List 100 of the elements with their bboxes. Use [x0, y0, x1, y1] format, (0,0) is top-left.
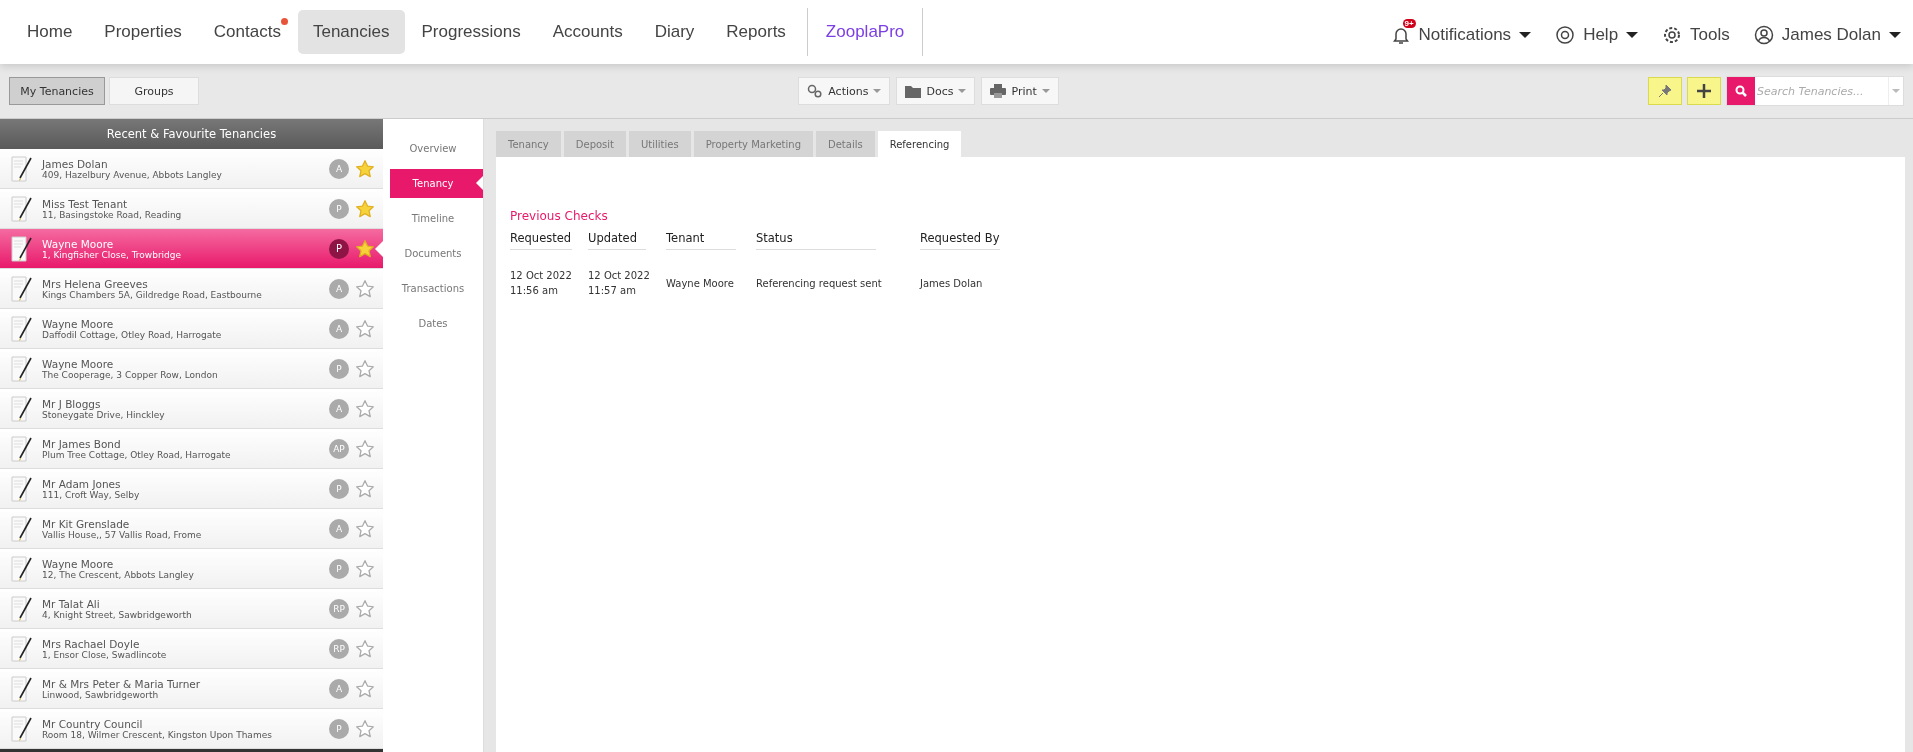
property-address: Plum Tree Cottage, Otley Road, Harrogate: [42, 449, 232, 460]
column-header: Requested By: [920, 231, 1000, 250]
property-address: 409, Hazelbury Avenue, Abbots Langley: [42, 169, 223, 180]
star-icon[interactable]: [355, 318, 375, 339]
document-pen-icon: [10, 554, 34, 583]
caret-icon: [1889, 32, 1901, 38]
tenant-name: Mr James Bond: [42, 437, 122, 450]
notifications-menu[interactable]: 9+ Notifications: [1390, 19, 1532, 45]
section-title: Previous Checks: [510, 209, 609, 223]
table-cell-text: Wayne Moore: [666, 276, 735, 291]
toolbar-button[interactable]: Print: [981, 77, 1059, 105]
star-icon[interactable]: [355, 478, 375, 499]
tools-link[interactable]: Tools: [1662, 19, 1730, 45]
document-pen-icon: [10, 234, 34, 263]
property-address: 111, Croft Way, Selby: [42, 489, 141, 500]
tab[interactable]: Referencing: [877, 131, 962, 157]
section-link[interactable]: Dates: [383, 309, 483, 338]
property-address: 4, Knight Street, Sawbridgeworth: [42, 609, 193, 620]
star-icon[interactable]: [355, 198, 375, 219]
property-address: The Cooperage, 3 Copper Row, London: [42, 369, 219, 380]
property-address: Linwood, Sawbridgeworth: [42, 689, 160, 700]
tenancy-item[interactable]: Wayne Moore 1, Kingfisher Close, Trowbridge P: [0, 229, 383, 269]
star-icon[interactable]: [355, 718, 375, 739]
star-icon[interactable]: [355, 398, 375, 419]
tenant-name: Mr Country Council: [42, 717, 144, 730]
document-pen-icon: [10, 434, 34, 463]
document-pen-icon: [10, 314, 34, 343]
status-badge: P: [329, 718, 349, 739]
document-pen-icon: [10, 594, 34, 623]
section-link[interactable]: Transactions: [383, 274, 483, 303]
tenant-name: Mrs Rachael Doyle: [42, 637, 140, 650]
property-address: 1, Kingfisher Close, Trowbridge: [42, 249, 183, 260]
user-icon: [1753, 25, 1774, 45]
section-link[interactable]: Tenancy: [390, 169, 483, 198]
document-pen-icon: [10, 514, 34, 543]
star-icon[interactable]: [355, 238, 375, 259]
star-icon[interactable]: [355, 438, 375, 459]
nav-link[interactable]: Accounts: [537, 10, 638, 54]
nav-link[interactable]: Reports: [711, 10, 801, 54]
notification-dot: [280, 18, 288, 25]
tenant-name: Mr J Bloggs: [42, 397, 102, 410]
star-icon[interactable]: [355, 678, 375, 699]
star-icon[interactable]: [355, 358, 375, 379]
toolbar-button[interactable]: Docs: [896, 77, 976, 105]
table-cell-text: 12 Oct 2022 11:57 am: [588, 269, 651, 298]
search-box[interactable]: Search Tenancies...: [1726, 76, 1904, 106]
nav-link[interactable]: Progressions: [406, 10, 536, 54]
nav-link[interactable]: Diary: [639, 10, 710, 54]
tenant-name: Wayne Moore: [42, 317, 115, 330]
tenant-name: Wayne Moore: [42, 557, 115, 570]
pin-button[interactable]: [1648, 77, 1682, 105]
star-icon[interactable]: [355, 158, 375, 179]
tenant-name: Miss Test Tenant: [42, 197, 129, 210]
nav-link[interactable]: Properties: [89, 10, 197, 54]
status-badge: A: [329, 678, 349, 699]
caret-icon: [1041, 89, 1050, 93]
tenant-name: Mr & Mrs Peter & Maria Turner: [42, 677, 202, 690]
lifebuoy-icon: [1555, 25, 1576, 45]
settings-icon: [1662, 25, 1683, 45]
star-icon[interactable]: [355, 558, 375, 579]
star-icon[interactable]: [355, 638, 375, 659]
status-badge: AP: [329, 438, 349, 459]
tenant-name: James Dolan: [42, 157, 109, 170]
user-menu[interactable]: James Dolan: [1753, 19, 1901, 45]
table-cell-text: 12 Oct 2022 11:56 am: [510, 269, 573, 298]
property-address: Kings Chambers 5A, Gildredge Road, Eastbourne: [42, 289, 263, 300]
status-badge: RP: [329, 598, 349, 619]
nav-link[interactable]: Tenancies: [297, 10, 405, 54]
status-badge: P: [329, 478, 349, 499]
property-address: 1, Ensor Close, Swadlincote: [42, 649, 168, 660]
star-icon[interactable]: [355, 598, 375, 619]
toolbar-button[interactable]: Actions: [798, 77, 891, 105]
section-link[interactable]: Overview: [383, 134, 483, 163]
status-badge: P: [329, 198, 349, 219]
nav-link[interactable]: Contacts: [198, 10, 296, 54]
table-cell-text: James Dolan: [920, 276, 984, 291]
section-link[interactable]: Documents: [383, 239, 483, 268]
star-icon[interactable]: [355, 518, 375, 539]
document-pen-icon: [10, 274, 34, 303]
nav-link[interactable]: ZooplaPro: [806, 8, 924, 56]
star-icon[interactable]: [355, 278, 375, 299]
caret-icon: [1519, 32, 1532, 38]
document-pen-icon: [10, 194, 34, 223]
help-menu[interactable]: Help: [1555, 19, 1639, 45]
view-tab[interactable]: Groups: [109, 77, 199, 105]
document-pen-icon: [10, 354, 34, 383]
view-tab[interactable]: My Tenancies: [9, 77, 105, 105]
notification-count: 9+: [1402, 19, 1416, 28]
document-pen-icon: [10, 394, 34, 423]
caret-icon: [1626, 32, 1639, 38]
caret-icon: [1892, 89, 1900, 93]
property-address: Stoneygate Drive, Hinckley: [42, 409, 166, 420]
nav-link[interactable]: Home: [12, 10, 88, 54]
caret-icon: [873, 89, 882, 93]
section-link[interactable]: Timeline: [383, 204, 483, 233]
tenant-name: Mr Adam Jones: [42, 477, 122, 490]
add-button[interactable]: [1687, 77, 1721, 105]
status-badge: RP: [329, 638, 349, 659]
status-badge: P: [329, 358, 349, 379]
pin-icon: [1658, 84, 1672, 98]
